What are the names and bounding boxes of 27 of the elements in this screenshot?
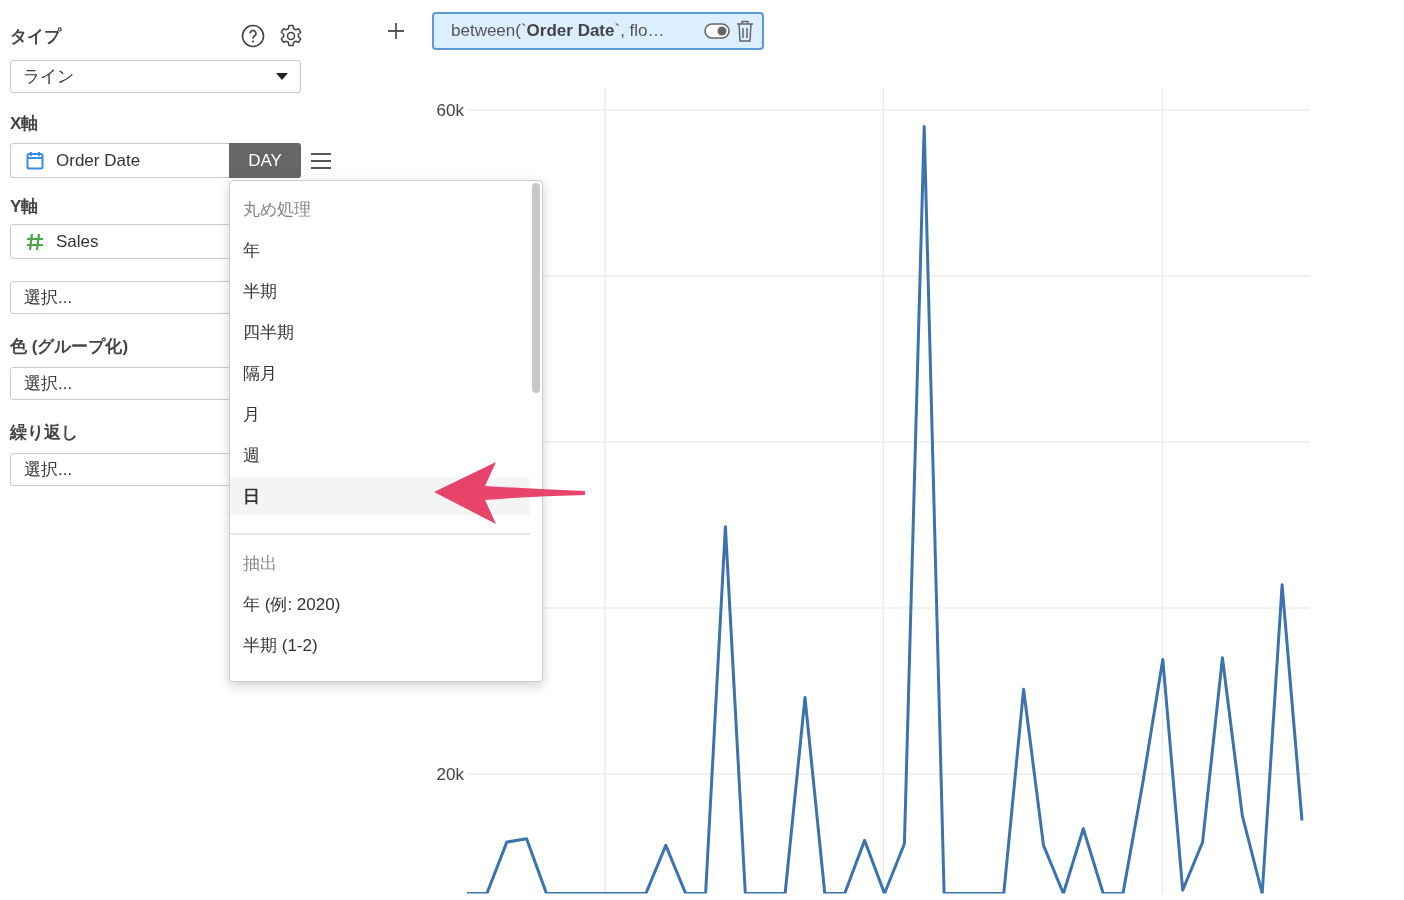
calendar-icon [26,151,44,170]
menu-section-header: 抽出 [242,553,278,575]
help-icon[interactable] [241,24,265,48]
repeat-label: 繰り返し [10,421,78,444]
menu-item[interactable]: 半期 (1-2) [230,625,530,666]
menu-section-header: 丸め処理 [242,199,312,221]
hash-icon [26,232,44,251]
y-tick-label: 60k [436,101,464,120]
caret-icon [276,73,288,80]
add-icon[interactable] [387,22,405,40]
menu-item[interactable]: 年 (例: 2020) [230,584,530,625]
type-label: タイプ [10,25,61,48]
color-label: 色 (グループ化) [10,335,129,358]
chart-type-dropdown[interactable]: ライン [10,60,301,93]
toggle-icon[interactable] [704,23,730,39]
trash-icon[interactable] [736,20,754,42]
y-axis-label: Y軸 [10,195,39,218]
filter-text: between(`Order Date`, flo… [451,21,666,41]
x-axis-field[interactable]: Order Date [10,143,229,178]
y-tick-label: 20k [436,765,464,784]
filter-chip[interactable]: between(`Order Date`, flo… [432,12,764,50]
scrollbar[interactable] [532,183,540,393]
date-unit-button[interactable]: DAY [229,143,301,178]
menu-icon[interactable] [310,152,332,170]
menu-item[interactable]: 四半期 [230,312,530,353]
x-axis-label: X軸 [10,112,39,135]
settings-icon[interactable] [279,24,303,48]
